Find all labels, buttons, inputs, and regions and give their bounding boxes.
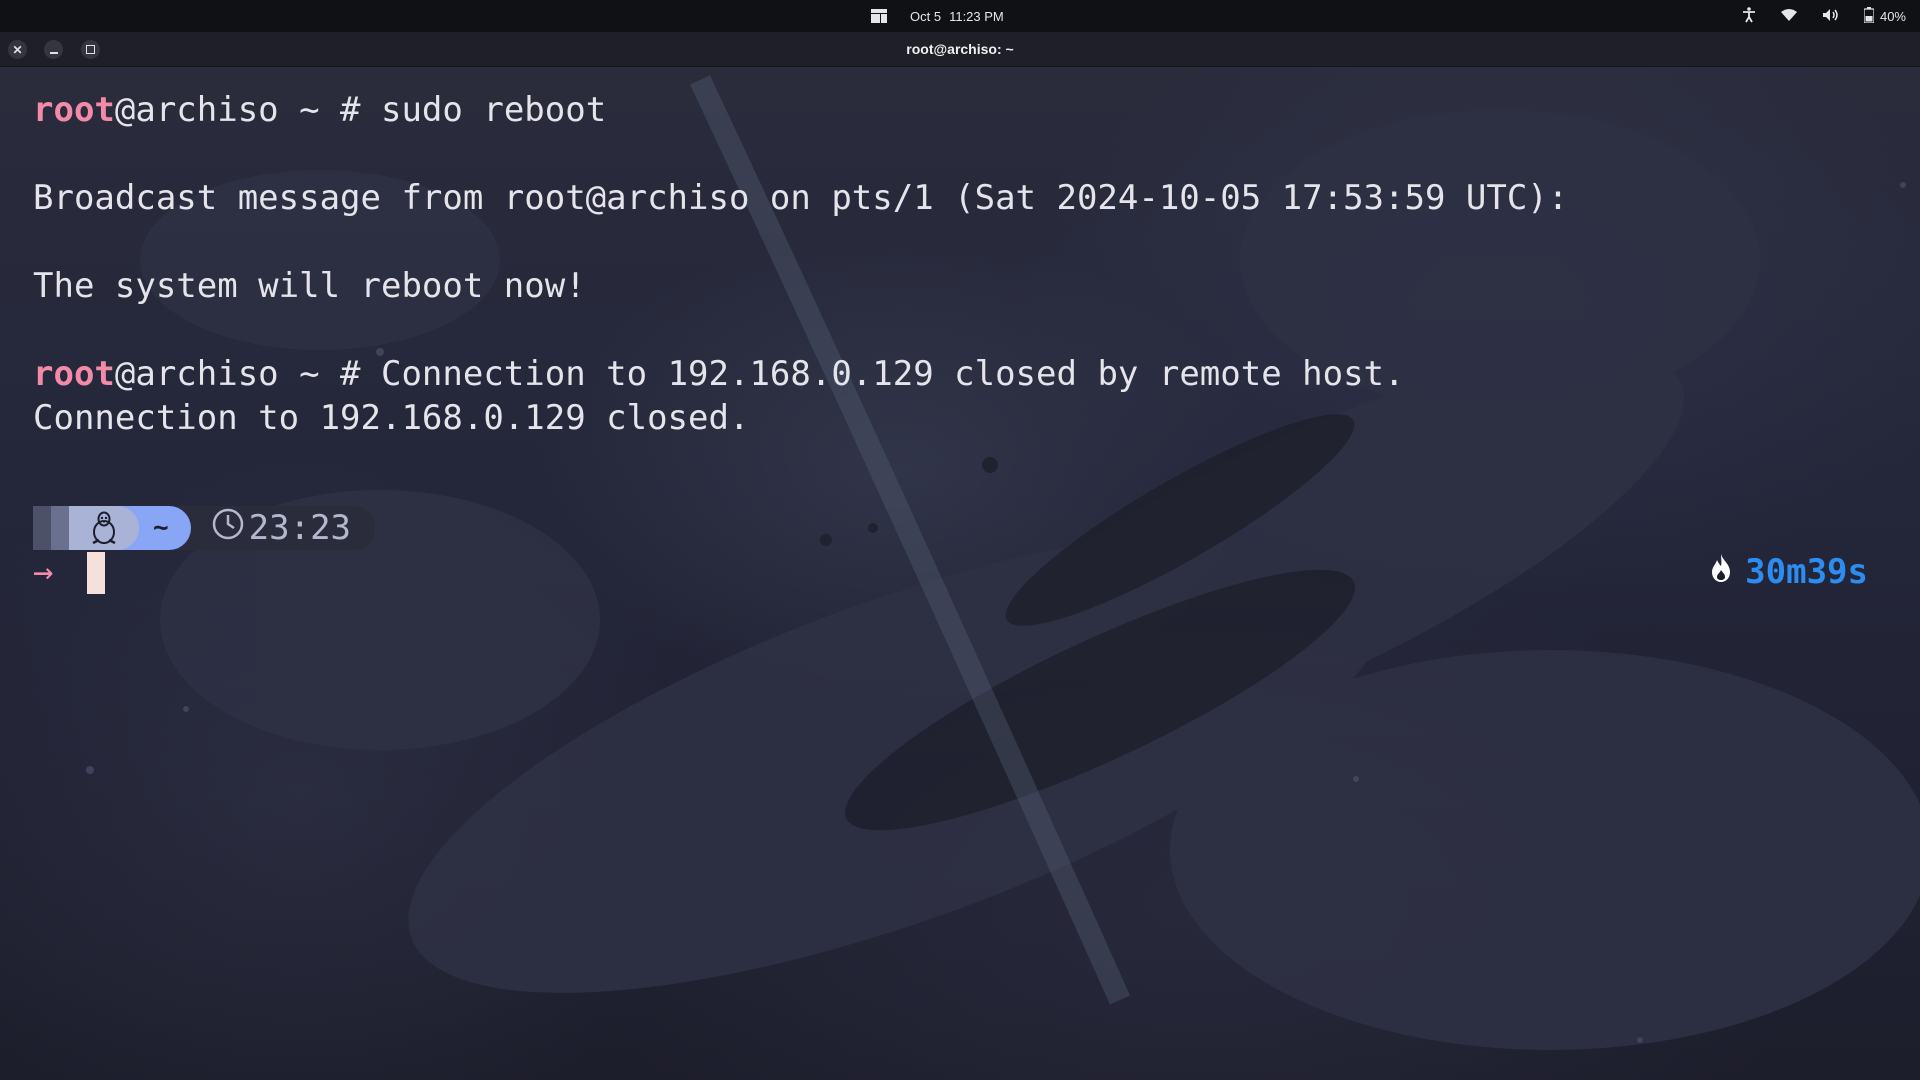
- terminal-line: The system will reboot now!: [33, 266, 586, 306]
- flame-icon: [1709, 552, 1733, 592]
- battery-icon: [1863, 6, 1875, 26]
- command-duration: 30m39s: [1709, 550, 1868, 594]
- terminal-line: root@archiso ~ # sudo reboot: [33, 88, 606, 132]
- terminal-line: Broadcast message from root@archiso on p…: [33, 178, 1569, 218]
- text-cursor[interactable]: [87, 552, 105, 594]
- top-bar-center: Oct 5 11:23 PM: [870, 0, 1004, 32]
- top-bar-time: 11:23 PM: [949, 8, 1004, 24]
- prompt-command: @archiso ~ # sudo reboot: [114, 90, 607, 130]
- segment-shade: [51, 506, 69, 550]
- linux-penguin-icon: [69, 506, 139, 550]
- window-overview-icon[interactable]: [870, 7, 888, 25]
- terminal-line: Connection to 192.168.0.129 closed.: [33, 398, 750, 438]
- volume-icon[interactable]: [1822, 8, 1840, 25]
- terminal-line: root@archiso ~ # Connection to 192.168.0…: [33, 352, 1404, 396]
- prompt-command: @archiso ~ # Connection to 192.168.0.129…: [114, 354, 1405, 394]
- prompt-user: root: [33, 354, 115, 394]
- accessibility-icon[interactable]: [1742, 6, 1756, 26]
- terminal-output[interactable]: root@archiso ~ # sudo reboot Broadcast me…: [33, 66, 1920, 1080]
- prompt-clock: 23:23: [170, 506, 376, 550]
- window-title: root@archiso: ~: [906, 41, 1014, 57]
- prompt-clock-value: 23:23: [248, 508, 352, 548]
- prompt-arrow: →: [33, 552, 54, 592]
- battery-indicator[interactable]: 40%: [1863, 6, 1906, 26]
- clock-date-time[interactable]: Oct 5 11:23 PM: [910, 9, 1004, 24]
- system-tray[interactable]: 40%: [1742, 0, 1906, 32]
- clock-icon: [211, 507, 245, 550]
- top-bar: Oct 5 11:23 PM 40%: [0, 0, 1920, 32]
- prompt-user: root: [33, 90, 115, 130]
- terminal-header-bar: ✕ root@archiso: ~: [0, 32, 1920, 67]
- command-duration-value: 30m39s: [1745, 552, 1868, 592]
- segment-shade: [33, 506, 51, 550]
- desktop: Oct 5 11:23 PM 40% ✕ root@archiso: ~ roo…: [0, 0, 1920, 1080]
- prompt-segment: ~23:23: [33, 506, 376, 550]
- battery-percent: 40%: [1879, 8, 1906, 24]
- top-bar-date: Oct 5: [910, 8, 942, 24]
- wifi-icon[interactable]: [1780, 8, 1798, 25]
